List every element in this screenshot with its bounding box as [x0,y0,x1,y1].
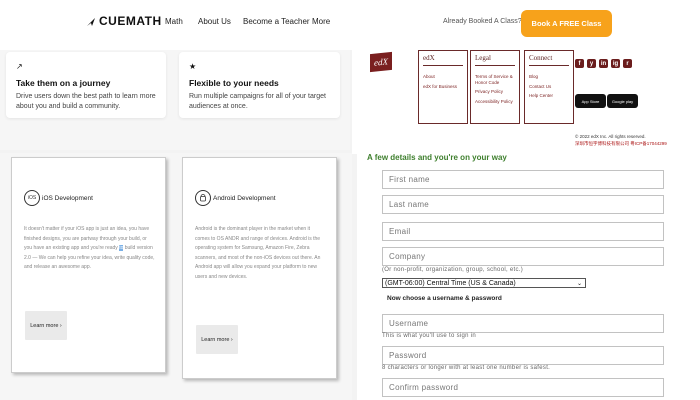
edx-column-connect: Connect Blog Contact Us Help Center [524,50,574,124]
youtube-icon[interactable]: y [587,59,596,68]
feature-desc: Drive users down the best path to learn … [16,93,156,110]
edx-column-edx: edX About edX for Business [418,50,468,124]
password-field[interactable]: Password [382,346,664,365]
edx-logo[interactable]: edX [370,51,392,73]
footer-link-blog[interactable]: Blog [529,74,569,80]
nav-about-us[interactable]: About Us [198,17,231,26]
google-play-badge[interactable]: Google play [607,94,638,108]
footer-link-contact[interactable]: Contact Us [529,84,569,90]
email-field[interactable]: Email [382,222,664,241]
already-booked-link[interactable]: Already Booked A Class? [443,18,522,25]
column-title: Legal [475,54,515,66]
android-icon [195,190,211,206]
android-learn-more-button[interactable]: Learn more › [196,325,238,354]
ios-title: iOS Development [42,195,93,202]
edx-copyright: © 2022 edX Inc. All rights reserved. 深圳市… [575,133,667,147]
nav-more[interactable]: More [312,17,330,26]
instagram-icon[interactable]: ig [611,59,620,68]
ios-learn-more-button[interactable]: Learn more › [25,311,67,340]
facebook-icon[interactable]: f [575,59,584,68]
ios-card: iOS iOS Development It doesn't matter if… [11,157,166,373]
trend-icon: ↗ [16,62,23,71]
android-card: Android Development Android is the domin… [182,157,337,379]
feature-title: Flexible to your needs [189,78,279,88]
footer-link-privacy[interactable]: Privacy Policy [475,89,515,95]
edx-column-legal: Legal Terms of Service & Honor Code Priv… [470,50,520,124]
feature-card-flexible: ★ Flexible to your needs Run multiple ca… [179,52,340,118]
timezone-select[interactable]: (GMT-06:00) Central Time (US & Canada) ⌄ [382,278,586,288]
footer-link-business[interactable]: edX for Business [423,84,463,90]
footer-link-about[interactable]: About [423,74,463,80]
form-heading: A few details and you're on your way [367,153,507,162]
company-hint: (Or non-profit, organization, group, sch… [382,267,524,273]
username-field[interactable]: Username [382,314,664,333]
password-hint: 8 characters or longer with at least one… [382,365,551,371]
nav-become-teacher[interactable]: Become a Teacher [243,17,310,26]
username-hint: This is what you'll use to sign in [382,333,477,339]
ios-description: It doesn't matter if your iOS app is jus… [24,226,155,270]
android-description: Android is the dominant player in the ma… [195,226,321,280]
footer-link-terms[interactable]: Terms of Service & Honor Code [475,74,515,85]
footer-link-accessibility[interactable]: Accessibility Policy [475,99,515,105]
ios-icon: iOS [24,190,40,206]
copyright-text: © 2022 edX Inc. All rights reserved. [575,134,646,139]
feature-card-journey: ↗ Take them on a journey Drive users dow… [6,52,166,118]
feature-title: Take them on a journey [16,78,111,88]
icp-license[interactable]: 深圳市恒宇博科技有限公司 粤ICP备17044299 [575,140,667,147]
nav-math[interactable]: Math [165,17,183,26]
footer-link-help[interactable]: Help Center [529,93,569,99]
first-name-field[interactable]: First name [382,170,664,189]
timezone-value: (GMT-06:00) Central Time (US & Canada) [385,279,516,287]
confirm-password-field[interactable]: Confirm password [382,378,664,397]
last-name-field[interactable]: Last name [382,195,664,214]
feature-desc: Run multiple campaigns for all of your t… [189,93,326,110]
column-title: Connect [529,54,569,66]
reddit-icon[interactable]: r [623,59,632,68]
column-title: edX [423,54,463,66]
cuemath-logo[interactable]: CUEMATH [86,14,162,28]
app-store-badge[interactable]: App Store [575,94,606,108]
username-section-heading: Now choose a username & password [387,295,502,302]
rocket-icon [87,18,95,26]
linkedin-icon[interactable]: in [599,59,608,68]
company-field[interactable]: Company [382,247,664,266]
star-icon: ★ [189,62,197,71]
chevron-down-icon: ⌄ [576,280,582,287]
book-free-class-button[interactable]: Book A FREE Class [521,10,612,37]
android-title: Android Development [213,195,276,202]
